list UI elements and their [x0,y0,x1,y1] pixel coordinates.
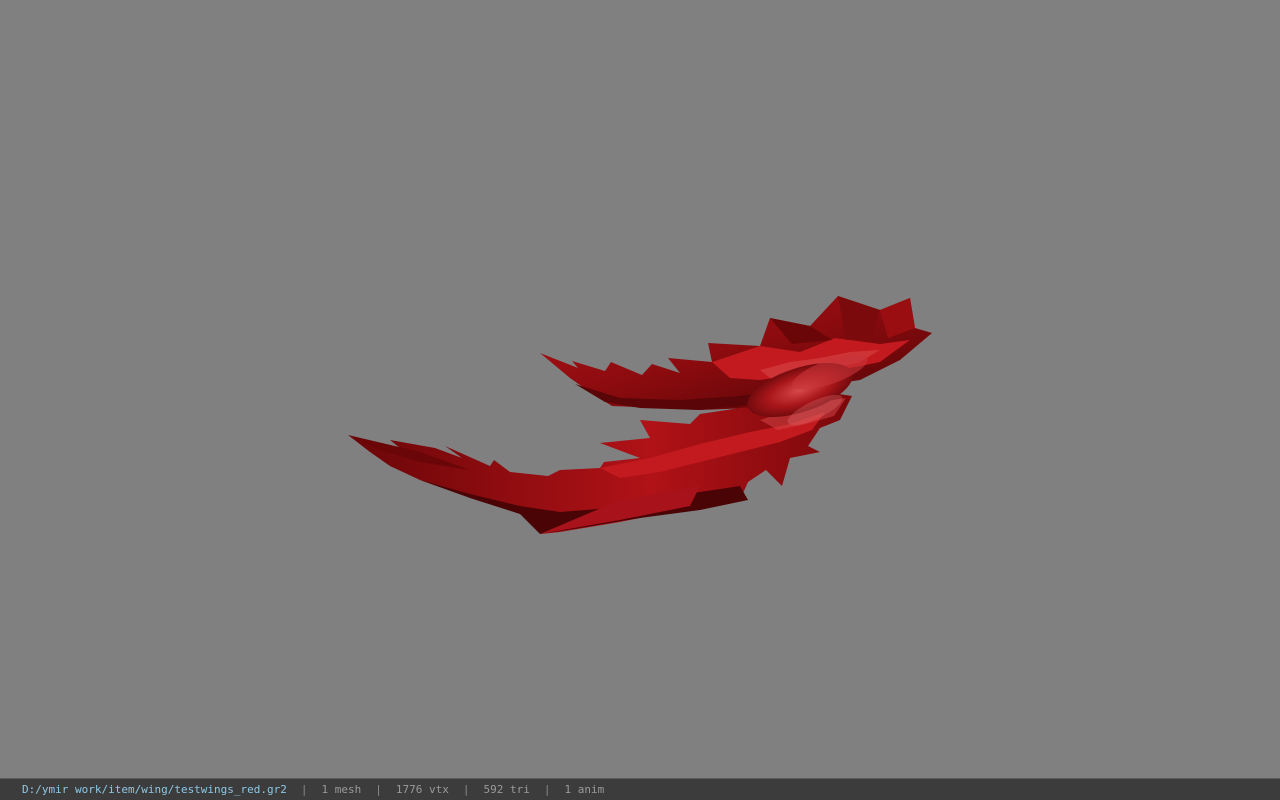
separator: | [375,783,382,796]
separator: | [462,783,470,796]
3d-viewport[interactable] [0,0,1280,778]
triangle-count: 592 tri [483,783,530,796]
mesh-count: 1 mesh [321,783,362,796]
file-path: D:/ymir work/item/wing/testwings_red.gr2 [22,783,287,796]
status-bar: D:/ymir work/item/wing/testwings_red.gr2… [0,778,1280,800]
separator: | [543,783,551,796]
upper-wing [540,296,932,410]
vertex-count: 1776 vtx [395,783,449,796]
wing-model-render [348,296,932,534]
anim-count: 1 anim [564,783,605,796]
separator: | [300,783,308,796]
